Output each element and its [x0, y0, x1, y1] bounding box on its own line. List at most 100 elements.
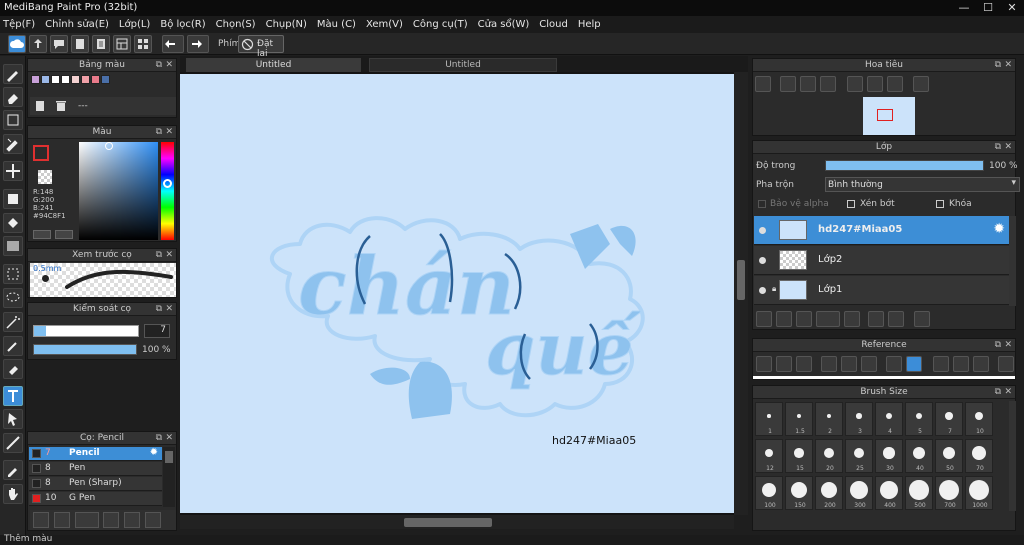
brush-size-option[interactable]: 700 [935, 476, 963, 510]
palette-swatch[interactable] [41, 75, 50, 84]
menu-window[interactable]: Cửa sổ(W) [478, 19, 530, 30]
popout-icon[interactable]: ⧉ [995, 141, 1001, 154]
menu-snap[interactable]: Chụp(N) [266, 19, 307, 30]
select-pen-icon[interactable] [3, 336, 23, 356]
eyedropper-icon[interactable] [886, 356, 902, 372]
new-file-icon[interactable] [71, 35, 89, 53]
rotate-left-icon[interactable] [847, 76, 863, 92]
color-picker-handle[interactable] [105, 142, 113, 150]
hue-slider-handle[interactable] [163, 179, 172, 188]
brush-size-option[interactable]: 10 [965, 402, 993, 436]
saturation-value-picker[interactable] [79, 142, 158, 240]
folder-icon[interactable] [776, 356, 792, 372]
zoom-in-icon[interactable] [780, 76, 796, 92]
trash-icon[interactable] [914, 311, 930, 327]
palette-swatch[interactable] [61, 75, 70, 84]
brush-item-pen[interactable]: 8 Pen [29, 462, 162, 476]
fit-icon[interactable] [953, 356, 969, 372]
gear-icon[interactable]: ✹ [150, 447, 158, 458]
hand-icon[interactable] [906, 356, 922, 372]
new-layer-icon[interactable] [796, 311, 812, 327]
zoom-in-icon[interactable] [755, 76, 771, 92]
hand-tool-icon[interactable] [3, 484, 23, 504]
brush-size-option[interactable]: 30 [875, 439, 903, 473]
redo-icon[interactable] [187, 35, 209, 53]
brush-size-option[interactable]: 300 [845, 476, 873, 510]
new-layer-icon[interactable] [756, 311, 772, 327]
close-icon[interactable]: ✕ [165, 59, 173, 72]
text-tool-icon[interactable] [3, 386, 23, 406]
secondary-color[interactable] [38, 170, 52, 184]
popout-icon[interactable]: ⧉ [995, 59, 1001, 72]
zoom-out-icon[interactable] [820, 76, 836, 92]
folder-icon[interactable] [124, 512, 140, 528]
close-icon[interactable]: ✕ [1004, 339, 1012, 352]
layer-opacity-slider[interactable] [825, 160, 984, 171]
fit-screen-icon[interactable] [800, 76, 816, 92]
zoom-out-icon[interactable] [861, 356, 877, 372]
visibility-icon[interactable] [759, 257, 766, 264]
canvas-horizontal-scrollbar[interactable] [180, 515, 734, 529]
maximize-button[interactable]: ☐ [976, 0, 1000, 16]
brush-size-option[interactable]: 50 [935, 439, 963, 473]
rotate-right-icon[interactable] [887, 76, 903, 92]
color-reset-button[interactable] [55, 230, 73, 239]
lock-checkbox[interactable] [936, 200, 944, 208]
brush-size-option[interactable]: 400 [875, 476, 903, 510]
blend-mode-select[interactable]: Bình thường ▾ [825, 177, 1020, 192]
layer-item-hd247[interactable]: hd247#Miaa05 ✹ [754, 216, 1009, 245]
close-icon[interactable]: ✕ [1004, 59, 1012, 72]
new-palette-icon[interactable] [33, 99, 47, 113]
clipping-checkbox[interactable] [847, 200, 855, 208]
menu-edit[interactable]: Chỉnh sửa(E) [45, 19, 109, 30]
brush-size-option[interactable]: 500 [905, 476, 933, 510]
cloud-icon[interactable] [8, 35, 26, 53]
palette-swatch[interactable] [71, 75, 80, 84]
fit-screen-icon[interactable] [841, 356, 857, 372]
rotate-right-icon[interactable] [973, 356, 989, 372]
rotate-left-icon[interactable] [933, 356, 949, 372]
folder-icon[interactable] [844, 311, 860, 327]
dot-tool-icon[interactable] [3, 110, 23, 130]
brush-opacity-slider[interactable] [33, 344, 137, 355]
brush-size-option[interactable]: 15 [785, 439, 813, 473]
layer-list-scrollbar[interactable] [1009, 216, 1016, 306]
brush-size-option[interactable]: 1000 [965, 476, 993, 510]
menu-tools[interactable]: Công cụ(T) [413, 19, 468, 30]
primary-color[interactable] [33, 145, 49, 161]
new-layer-icon[interactable] [776, 311, 792, 327]
close-icon[interactable]: ✕ [165, 249, 173, 262]
palette-swatch[interactable] [91, 75, 100, 84]
menu-color[interactable]: Màu (C) [317, 19, 356, 30]
brush-menu-icon[interactable] [75, 512, 99, 528]
gear-icon[interactable]: ✹ [993, 221, 1005, 237]
hue-slider[interactable] [161, 142, 174, 240]
close-icon[interactable]: ✕ [165, 126, 173, 139]
pen-tool-icon[interactable] [3, 134, 23, 154]
layer-menu-icon[interactable] [816, 311, 840, 327]
comment-icon[interactable] [50, 35, 68, 53]
fill-rect-tool-icon[interactable] [3, 189, 23, 209]
brush-size-option[interactable]: 200 [815, 476, 843, 510]
popout-icon[interactable]: ⧉ [995, 386, 1001, 399]
duplicate-icon[interactable] [868, 311, 884, 327]
menu-filter[interactable]: Bộ lọc(R) [160, 19, 205, 30]
brush-size-input[interactable]: 7 [144, 324, 170, 338]
upload-icon[interactable] [29, 35, 47, 53]
minimize-button[interactable]: — [952, 0, 976, 16]
menu-cloud[interactable]: Cloud [539, 19, 568, 30]
tab-untitled-1[interactable]: Untitled [186, 58, 361, 72]
brush-size-option[interactable]: 4 [875, 402, 903, 436]
brush-size-option[interactable]: 1.5 [785, 402, 813, 436]
lasso-tool-icon[interactable] [3, 288, 23, 308]
color-swap-button[interactable] [33, 230, 51, 239]
palette-swatch[interactable] [101, 75, 110, 84]
visibility-icon[interactable] [759, 227, 766, 234]
menu-file[interactable]: Tệp(F) [3, 19, 35, 30]
brush-item-pen-sharp[interactable]: 8 Pen (Sharp) [29, 477, 162, 491]
reset-button[interactable]: Đặt lại [238, 35, 284, 59]
brush-list-scrollbar[interactable] [163, 447, 175, 507]
duplicate-icon[interactable] [145, 512, 161, 528]
add-brush-icon[interactable] [33, 512, 49, 528]
flip-icon[interactable] [913, 76, 929, 92]
